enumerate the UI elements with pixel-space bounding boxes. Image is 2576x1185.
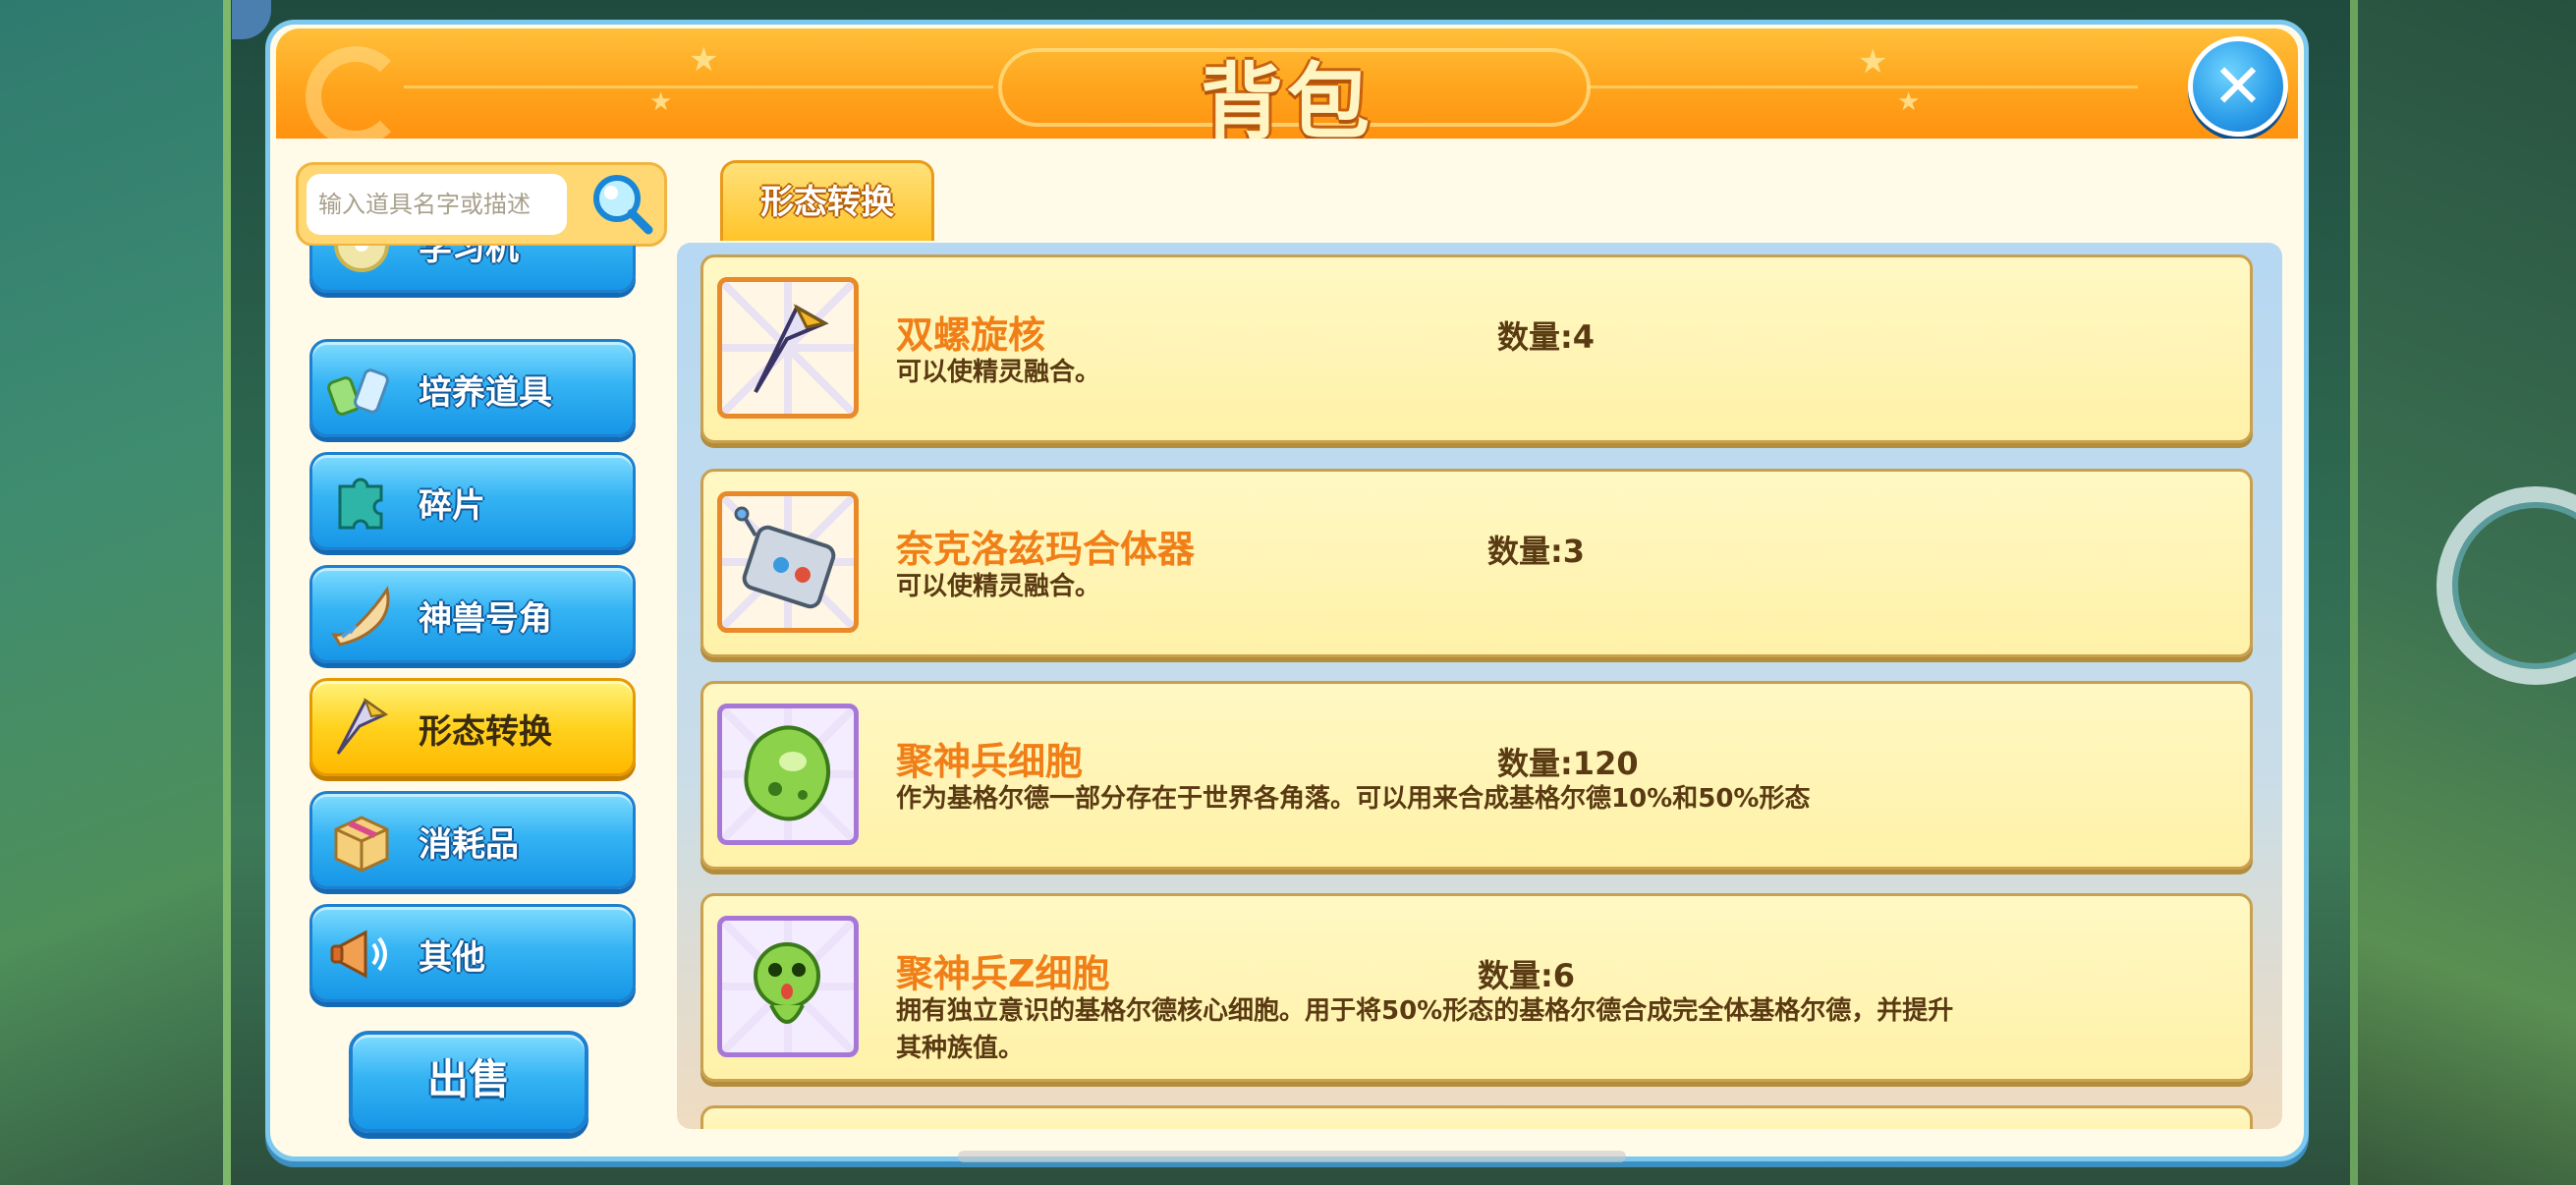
item-name: 聚神兵Z细胞 bbox=[896, 952, 1110, 995]
item-row-partial[interactable] bbox=[700, 1105, 2253, 1129]
panel-title: 背包 bbox=[1200, 54, 1373, 139]
item-description: 可以使精灵融合。 bbox=[896, 572, 1101, 601]
item-count: 数量:3 bbox=[1487, 533, 1586, 570]
item-name: 奈克洛兹玛合体器 bbox=[896, 528, 1196, 571]
category-label: 碎片 bbox=[419, 486, 485, 526]
item-list[interactable]: 双螺旋核 数量:4 可以使精灵融合。 奈克洛兹玛合体器 数量:3 可以使精灵融合… bbox=[677, 243, 2282, 1129]
puzzle-piece-icon bbox=[338, 478, 383, 530]
category-legend-horn[interactable]: 神兽号角 bbox=[309, 565, 636, 663]
category-form-change[interactable]: 形态转换 bbox=[309, 678, 636, 776]
search-bar bbox=[296, 162, 667, 247]
side-ring-button[interactable] bbox=[2436, 486, 2576, 685]
item-description: 可以使精灵融合。 bbox=[896, 358, 1101, 387]
search-input[interactable] bbox=[307, 174, 567, 235]
backpack-panel: ★ ★ ★ ★ 背包 ✕ 学习机 培养道具 bbox=[265, 20, 2309, 1162]
blade-icon bbox=[336, 698, 388, 755]
blade-icon bbox=[722, 282, 854, 414]
category-label: 神兽号角 bbox=[419, 599, 552, 639]
disc-icon bbox=[334, 246, 389, 272]
category-label: 学习机 bbox=[419, 246, 519, 268]
item-count: 数量:120 bbox=[1497, 745, 1639, 782]
item-row[interactable]: 奈克洛兹玛合体器 数量:3 可以使精灵融合。 bbox=[700, 469, 2253, 657]
box-icon bbox=[334, 816, 389, 873]
sell-button[interactable]: 出售 bbox=[349, 1031, 588, 1133]
item-row[interactable]: 聚神兵细胞 数量:120 作为基格尔德一部分存在于世界各角落。可以用来合成基格尔… bbox=[700, 681, 2253, 870]
close-button[interactable]: ✕ bbox=[2188, 36, 2288, 137]
category-label: 培养道具 bbox=[419, 373, 552, 413]
item-count: 数量:4 bbox=[1497, 318, 1596, 356]
item-row[interactable]: 聚神兵Z细胞 数量:6 拥有独立意识的基格尔德核心细胞。用于将50%形态的基格尔… bbox=[700, 893, 2253, 1082]
horn-icon bbox=[331, 586, 390, 647]
category-training-items[interactable]: 培养道具 bbox=[309, 339, 636, 437]
category-label: 其他 bbox=[419, 938, 485, 978]
category-learning-machine[interactable]: 学习机 bbox=[309, 246, 636, 293]
category-list[interactable]: 学习机 培养道具 碎片 神兽号角 形态转换 消耗品 其他 bbox=[309, 246, 644, 1012]
panel-header: ★ ★ ★ ★ 背包 ✕ bbox=[276, 28, 2298, 139]
item-description: 作为基格尔德一部分存在于世界各角落。可以用来合成基格尔德10%和50%形态 bbox=[896, 784, 1811, 814]
category-label: 消耗品 bbox=[419, 825, 519, 865]
item-name: 双螺旋核 bbox=[896, 313, 1046, 357]
megaphone-icon bbox=[330, 930, 387, 979]
category-label: 形态转换 bbox=[419, 712, 552, 752]
item-row[interactable]: 双螺旋核 数量:4 可以使精灵融合。 bbox=[700, 254, 2253, 443]
scrollbar[interactable] bbox=[958, 1151, 1626, 1162]
item-description: 拥有独立意识的基格尔德核心细胞。用于将50%形态的基格尔德合成完全体基格尔德，并… bbox=[896, 996, 1954, 1063]
background-left bbox=[0, 0, 231, 1185]
item-count: 数量:6 bbox=[1478, 957, 1576, 994]
item-thumbnail bbox=[717, 277, 859, 419]
background-right bbox=[2350, 0, 2576, 1185]
device-icon bbox=[722, 496, 854, 628]
item-thumbnail bbox=[717, 916, 859, 1057]
close-icon: ✕ bbox=[2212, 50, 2264, 122]
green-cell-icon bbox=[722, 708, 854, 840]
category-fragments[interactable]: 碎片 bbox=[309, 452, 636, 550]
potion-icon bbox=[327, 368, 389, 416]
item-thumbnail bbox=[717, 491, 859, 633]
item-name: 聚神兵细胞 bbox=[896, 740, 1084, 783]
category-consumables[interactable]: 消耗品 bbox=[309, 791, 636, 889]
magnifier-icon[interactable] bbox=[589, 171, 654, 236]
z-core-icon bbox=[722, 921, 854, 1052]
corner-decoration bbox=[232, 0, 271, 39]
category-others[interactable]: 其他 bbox=[309, 904, 636, 1002]
item-thumbnail bbox=[717, 704, 859, 845]
tab-form-change[interactable]: 形态转换 bbox=[720, 160, 934, 241]
